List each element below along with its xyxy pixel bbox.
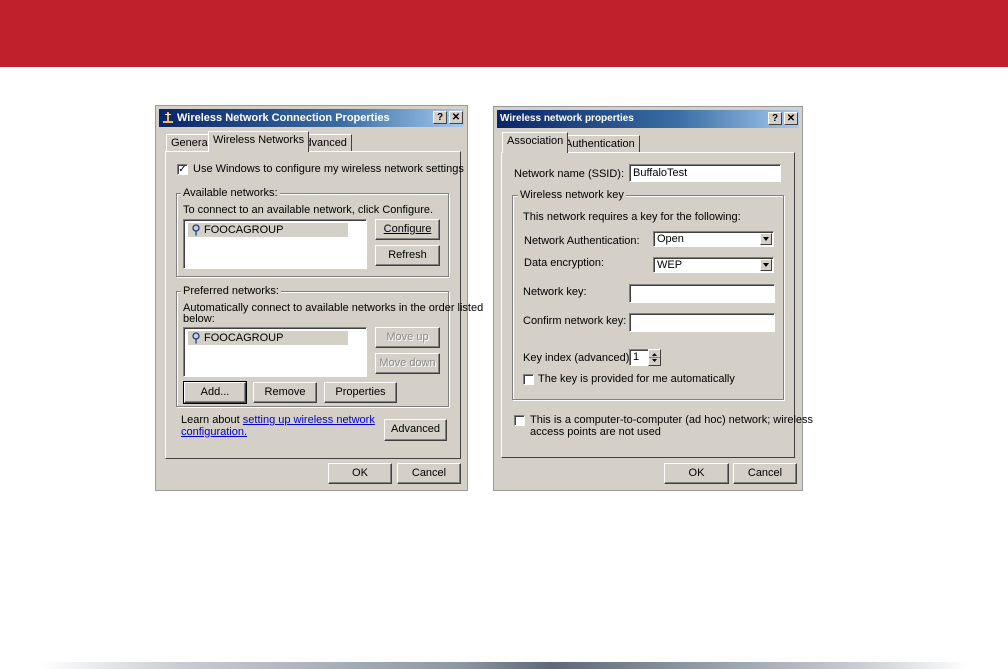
ssid-label: Network name (SSID): xyxy=(514,168,625,180)
footer-divider xyxy=(40,662,970,669)
title-bar[interactable]: Wireless network properties ? ✕ xyxy=(497,110,799,128)
list-item[interactable]: FOOCAGROUP xyxy=(188,331,348,345)
wireless-key-group-label: Wireless network key xyxy=(518,189,626,201)
encryption-label: Data encryption: xyxy=(524,257,605,269)
ssid-field[interactable]: BuffaloTest xyxy=(629,164,781,182)
available-networks-list[interactable]: FOOCAGROUP xyxy=(183,219,367,269)
learn-about-text-line2: configuration. xyxy=(181,426,247,439)
close-button[interactable]: ✕ xyxy=(784,112,798,125)
help-button[interactable]: ? xyxy=(768,112,782,125)
confirm-key-field[interactable] xyxy=(629,313,775,332)
wireless-key-icon xyxy=(192,332,200,344)
list-item[interactable]: FOOCAGROUP xyxy=(188,223,348,237)
auth-select[interactable]: Open xyxy=(653,231,774,247)
tab-wireless-networks[interactable]: Wireless Networks xyxy=(208,131,310,152)
setup-wireless-link[interactable]: setting up wireless network xyxy=(243,414,375,426)
preferred-instruction-line1: Automatically connect to available netwo… xyxy=(183,302,484,314)
preferred-instruction-line2: below: xyxy=(183,313,215,325)
cancel-button[interactable]: Cancel xyxy=(397,463,461,484)
auto-key-checkbox[interactable] xyxy=(523,374,534,385)
key-index-label: Key index (advanced): xyxy=(523,352,633,364)
ok-button[interactable]: OK xyxy=(328,463,392,484)
tab-panel: ✓ Use Windows to configure my wireless n… xyxy=(165,151,483,459)
key-index-field[interactable]: 1 xyxy=(629,349,649,366)
preferred-networks-list[interactable]: FOOCAGROUP xyxy=(183,327,367,377)
adhoc-checkbox[interactable] xyxy=(514,415,525,426)
refresh-button[interactable]: Refresh xyxy=(375,245,440,266)
key-index-spinner[interactable] xyxy=(648,349,661,366)
chevron-down-icon[interactable] xyxy=(760,259,772,271)
tab-panel: Network name (SSID): BuffaloTest Wireles… xyxy=(501,152,813,458)
available-networks-label: Available networks: xyxy=(181,187,280,199)
confirm-key-label: Confirm network key: xyxy=(523,315,627,327)
advanced-button[interactable]: Advanced xyxy=(384,419,447,441)
dialog-title: Wireless network properties xyxy=(500,113,634,124)
auth-label: Network Authentication: xyxy=(524,235,640,247)
properties-button[interactable]: Properties xyxy=(324,382,397,403)
wireless-connection-properties-dialog: Wireless Network Connection Properties ?… xyxy=(155,105,483,491)
auto-key-label: The key is provided for me automatically xyxy=(538,373,735,385)
remove-button[interactable]: Remove xyxy=(253,382,317,403)
tab-authentication[interactable]: Authentication xyxy=(560,135,640,153)
key-required-text: This network requires a key for the foll… xyxy=(523,211,741,223)
help-button[interactable]: ? xyxy=(433,111,447,124)
available-instruction: To connect to an available network, clic… xyxy=(183,204,434,216)
spinner-arrows-icon xyxy=(649,353,660,362)
network-key-field[interactable] xyxy=(629,284,775,303)
add-button[interactable]: Add... xyxy=(183,381,247,404)
header-banner xyxy=(0,0,1008,67)
encryption-select[interactable]: WEP xyxy=(653,257,774,273)
preferred-networks-label: Preferred networks: xyxy=(181,285,281,297)
chevron-down-icon[interactable] xyxy=(760,233,772,245)
use-windows-checkbox[interactable]: ✓ xyxy=(177,164,188,175)
cancel-button[interactable]: Cancel xyxy=(733,463,797,484)
title-bar[interactable]: Wireless Network Connection Properties ?… xyxy=(159,109,464,127)
configure-button[interactable]: Configure xyxy=(375,219,440,240)
move-up-button[interactable]: Move up xyxy=(375,327,440,348)
close-button[interactable]: ✕ xyxy=(449,111,463,124)
move-down-button[interactable]: Move down xyxy=(375,353,440,374)
wireless-network-properties-dialog: Wireless network properties ? ✕ Associat… xyxy=(493,106,813,491)
tab-association[interactable]: Association xyxy=(502,132,569,153)
wireless-key-icon xyxy=(192,224,200,236)
dialog-title: Wireless Network Connection Properties xyxy=(177,112,390,124)
network-icon xyxy=(163,112,173,123)
adhoc-label-line2: access points are not used xyxy=(530,426,661,438)
network-key-label: Network key: xyxy=(523,286,587,298)
use-windows-label: Use Windows to configure my wireless net… xyxy=(193,163,464,175)
ok-button[interactable]: OK xyxy=(664,463,729,484)
setup-wireless-link-cont[interactable]: configuration. xyxy=(181,426,247,438)
